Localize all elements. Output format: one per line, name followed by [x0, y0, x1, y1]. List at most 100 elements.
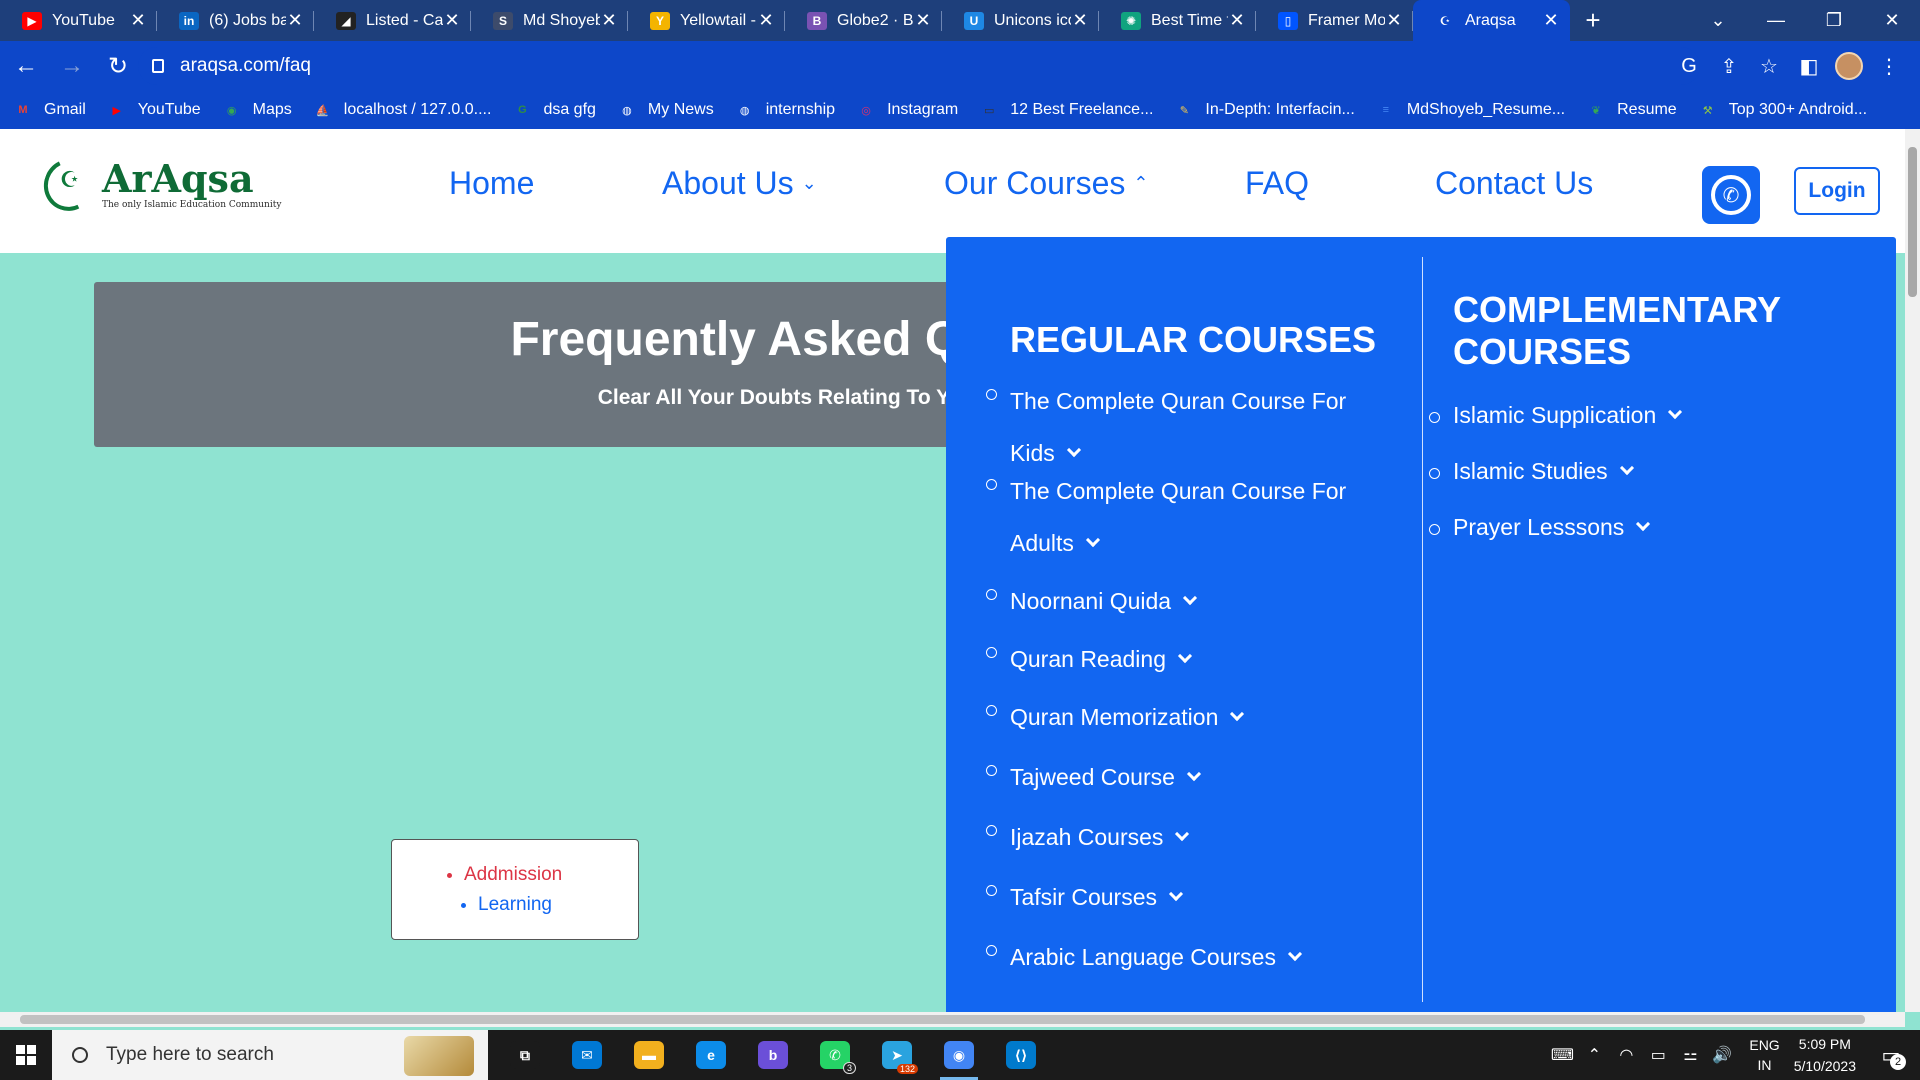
show-hidden-icons-icon[interactable]: ⌃: [1581, 1045, 1607, 1065]
browser-menu-icon[interactable]: ⋮: [1874, 51, 1904, 81]
category-link-admission[interactable]: Addmission: [464, 860, 562, 890]
browser-tab[interactable]: ◢ Listed - Car ✕: [314, 0, 471, 41]
bookmark-item[interactable]: ▶ YouTube: [108, 101, 201, 119]
regular-course-item[interactable]: Tajweed Course: [986, 751, 1386, 803]
back-button[interactable]: ←: [6, 46, 46, 86]
regular-course-item[interactable]: Ijazah Courses: [986, 811, 1386, 863]
nav-our-courses[interactable]: Our Courses ⌃: [944, 165, 1148, 202]
browser-tab[interactable]: ☪ Araqsa ✕: [1413, 0, 1570, 41]
chevron-down-icon[interactable]: [1175, 826, 1190, 842]
chevron-down-icon[interactable]: [1183, 590, 1198, 606]
bookmark-item[interactable]: M Gmail: [14, 101, 85, 119]
chevron-down-icon[interactable]: [1619, 460, 1634, 476]
close-tab-icon[interactable]: ✕: [757, 10, 775, 31]
task-view-taskbar-button[interactable]: ⧉: [494, 1030, 556, 1080]
lock-icon[interactable]: [152, 59, 164, 73]
browser-tab[interactable]: Y Yellowtail - ✕: [628, 0, 785, 41]
side-panel-icon[interactable]: ◧: [1794, 51, 1824, 81]
close-tab-icon[interactable]: ✕: [1228, 10, 1246, 31]
mail-taskbar-button[interactable]: ✉: [556, 1030, 618, 1080]
close-tab-icon[interactable]: ✕: [1542, 10, 1560, 31]
bookmark-item[interactable]: ◍ My News: [618, 101, 714, 119]
taskbar-clock[interactable]: 5:09 PM 5/10/2023: [1794, 1033, 1856, 1077]
category-link-learning[interactable]: Learning: [478, 890, 562, 920]
address-bar[interactable]: araqsa.com/faq: [138, 47, 1700, 85]
taskbar-search[interactable]: Type here to search: [52, 1030, 488, 1080]
wifi-icon[interactable]: ◠: [1613, 1045, 1639, 1065]
browser-tab[interactable]: ▯ Framer Mot ✕: [1256, 0, 1413, 41]
nav-contact-us[interactable]: Contact Us: [1435, 165, 1593, 202]
close-window-button[interactable]: ✕: [1864, 0, 1920, 41]
chevron-down-icon[interactable]: [1287, 946, 1303, 962]
nav-home[interactable]: Home: [449, 165, 534, 202]
chrome-taskbar-button[interactable]: ◉: [928, 1030, 990, 1080]
chevron-down-icon[interactable]: [1230, 706, 1245, 722]
regular-course-item[interactable]: Tafsir Courses: [986, 871, 1386, 923]
google-lens-icon[interactable]: G: [1674, 51, 1704, 81]
browser-tab[interactable]: S Md Shoyeb ✕: [471, 0, 628, 41]
close-tab-icon[interactable]: ✕: [914, 10, 932, 31]
close-tab-icon[interactable]: ✕: [443, 10, 461, 31]
start-button[interactable]: [0, 1030, 52, 1080]
browser-tab[interactable]: in (6) Jobs bas✕: [157, 0, 314, 41]
close-tab-icon[interactable]: ✕: [1385, 10, 1403, 31]
complementary-course-item[interactable]: Islamic Studies: [1429, 454, 1849, 488]
bookmark-item[interactable]: Gdsa gfg: [513, 101, 596, 119]
keyboard-icon[interactable]: ⌨: [1549, 1045, 1575, 1065]
file-explorer-taskbar-button[interactable]: ▬: [618, 1030, 680, 1080]
bookmark-star-icon[interactable]: ☆: [1754, 51, 1784, 81]
chevron-down-icon[interactable]: [1636, 516, 1651, 532]
meet-now-icon[interactable]: ⚍: [1677, 1045, 1703, 1065]
whatsapp-taskbar-button[interactable]: ✆ 3: [804, 1030, 866, 1080]
vertical-scrollbar[interactable]: [1905, 129, 1920, 1012]
chevron-down-icon[interactable]: [1186, 766, 1201, 782]
close-tab-icon[interactable]: ✕: [286, 10, 304, 31]
bookmark-item[interactable]: ✎ In-Depth: Interfacin...: [1175, 101, 1355, 119]
notification-center-button[interactable]: ▭ 2: [1874, 1040, 1908, 1070]
chevron-down-icon[interactable]: [1177, 648, 1193, 664]
bookmark-item[interactable]: ⛵ localhost / 127.0.0....: [314, 101, 492, 119]
bookmark-item[interactable]: ◉ Maps: [223, 101, 292, 119]
bookmark-item[interactable]: ≡ MdShoyeb_Resume...: [1377, 101, 1566, 119]
browser-tab[interactable]: ▶ YouTube ✕: [0, 0, 157, 41]
whatsapp-button[interactable]: ✆: [1702, 166, 1760, 224]
new-tab-button[interactable]: +: [1570, 5, 1616, 36]
bookmark-item[interactable]: ◎ Instagram: [857, 101, 958, 119]
profile-avatar[interactable]: [1834, 51, 1864, 81]
close-tab-icon[interactable]: ✕: [129, 10, 147, 31]
complementary-course-item[interactable]: Prayer Lesssons: [1429, 510, 1849, 544]
bookmark-item[interactable]: ⚒ Top 300+ Android...: [1699, 101, 1867, 119]
login-button[interactable]: Login: [1794, 167, 1880, 215]
regular-course-item[interactable]: The Complete Quran Course For Kids: [986, 375, 1386, 479]
browser-tab[interactable]: B Globe2 · Bo ✕: [785, 0, 942, 41]
chevron-down-icon[interactable]: [1168, 886, 1184, 902]
regular-course-item[interactable]: Noornani Quida: [986, 575, 1386, 627]
araqsa-logo[interactable]: ArAqsa The only Islamic Education Commun…: [36, 152, 281, 218]
close-tab-icon[interactable]: ✕: [1071, 10, 1089, 31]
browser-tab[interactable]: ✺ Best Time fo✕: [1099, 0, 1256, 41]
volume-icon[interactable]: 🔊: [1709, 1045, 1735, 1065]
browser-tab[interactable]: U Unicons ico ✕: [942, 0, 1099, 41]
telegram-taskbar-button[interactable]: ➤ 132: [866, 1030, 928, 1080]
close-tab-icon[interactable]: ✕: [600, 10, 618, 31]
nav-faq[interactable]: FAQ: [1245, 165, 1309, 202]
chevron-down-icon[interactable]: [1668, 404, 1683, 420]
regular-course-item[interactable]: Arabic Language Courses: [986, 931, 1386, 983]
bing-chat-taskbar-button[interactable]: b: [742, 1030, 804, 1080]
chevron-down-icon[interactable]: [1066, 442, 1081, 458]
reload-button[interactable]: ↻: [98, 46, 138, 86]
complementary-course-item[interactable]: Islamic Supplication: [1429, 398, 1849, 432]
restore-button[interactable]: ❐: [1806, 0, 1862, 41]
horizontal-scroll-thumb[interactable]: [20, 1015, 1865, 1024]
bookmark-item[interactable]: ▭ 12 Best Freelance...: [980, 101, 1153, 119]
share-icon[interactable]: ⇪: [1714, 51, 1744, 81]
minimize-button[interactable]: —: [1748, 0, 1804, 41]
horizontal-scrollbar[interactable]: [0, 1012, 1905, 1027]
bookmark-item[interactable]: ◍ internship: [736, 101, 835, 119]
edge-taskbar-button[interactable]: e: [680, 1030, 742, 1080]
vertical-scroll-thumb[interactable]: [1908, 147, 1917, 297]
bookmark-item[interactable]: ❦ Resume: [1587, 101, 1677, 119]
battery-icon[interactable]: ▭: [1645, 1045, 1671, 1065]
vscode-taskbar-button[interactable]: ⟨⟩: [990, 1030, 1052, 1080]
chevron-down-icon[interactable]: [1085, 532, 1101, 548]
